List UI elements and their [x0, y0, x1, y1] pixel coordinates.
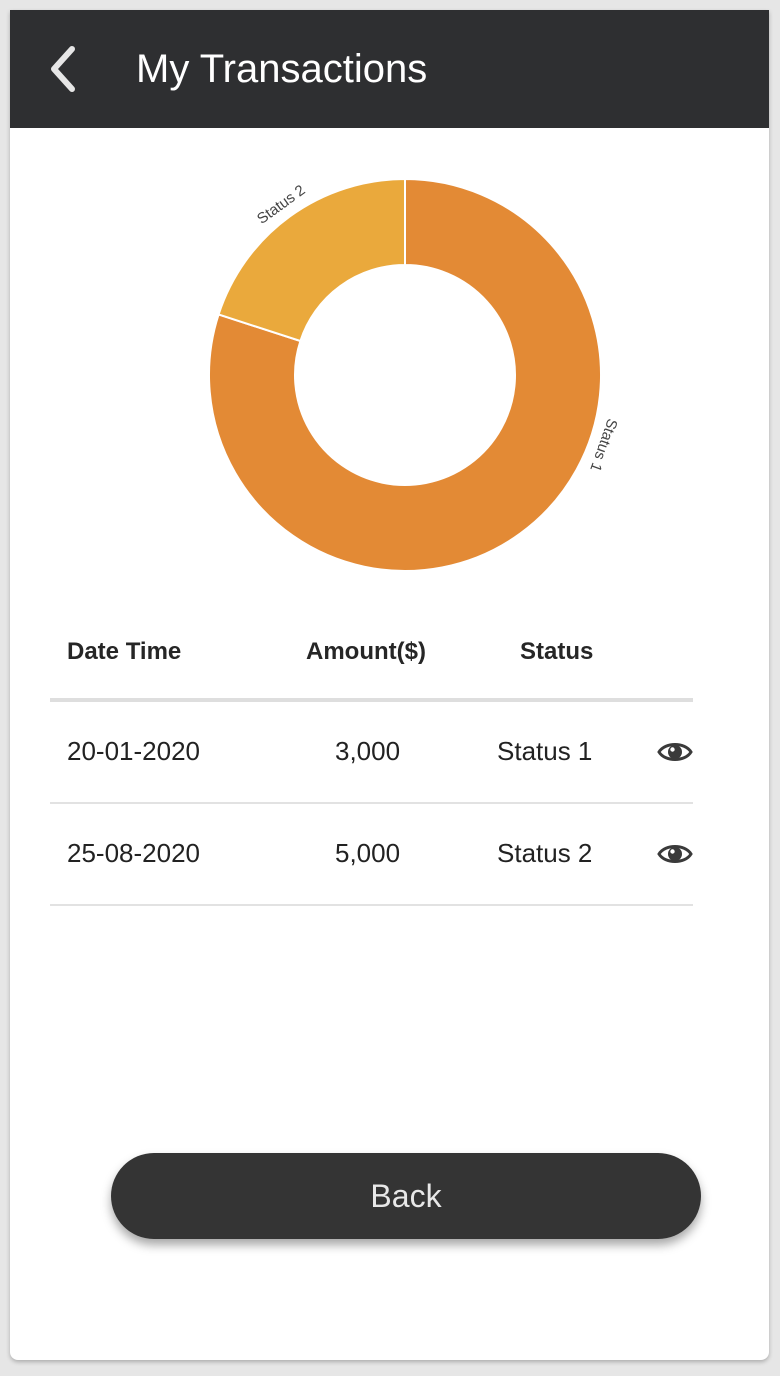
- app-bar: My Transactions: [10, 10, 769, 128]
- transactions-table: Date Time Amount($) Status 20-01-2020 3,…: [50, 610, 693, 906]
- chevron-left-icon[interactable]: [44, 43, 84, 95]
- table-header: Date Time Amount($) Status: [50, 610, 693, 702]
- row-status: Status 2: [497, 838, 593, 868]
- row-status: Status 1: [497, 736, 593, 766]
- column-header-status: Status: [520, 638, 594, 665]
- row-amount: 3,000: [335, 736, 401, 766]
- donut-svg: Status 1Status 2: [208, 177, 620, 572]
- page-title: My Transactions: [136, 47, 428, 91]
- donut-slice-2: [217, 177, 406, 343]
- table-row: 20-01-2020 3,000 Status 1: [50, 702, 693, 804]
- table-row: 25-08-2020 5,000 Status 2: [50, 804, 693, 906]
- row-date: 20-01-2020: [67, 736, 200, 766]
- column-header-date: Date Time: [67, 638, 182, 665]
- eye-icon[interactable]: [657, 841, 693, 867]
- phone-screen: My Transactions Status 1 Status 2 Date Ti…: [10, 10, 769, 1360]
- row-date: 25-08-2020: [67, 838, 200, 868]
- column-header-amount: Amount($): [306, 638, 426, 665]
- row-amount: 5,000: [335, 838, 401, 868]
- eye-icon[interactable]: [657, 739, 693, 765]
- status-donut-chart: Status 1 Status 2: [190, 160, 620, 590]
- back-button[interactable]: Back: [111, 1153, 701, 1239]
